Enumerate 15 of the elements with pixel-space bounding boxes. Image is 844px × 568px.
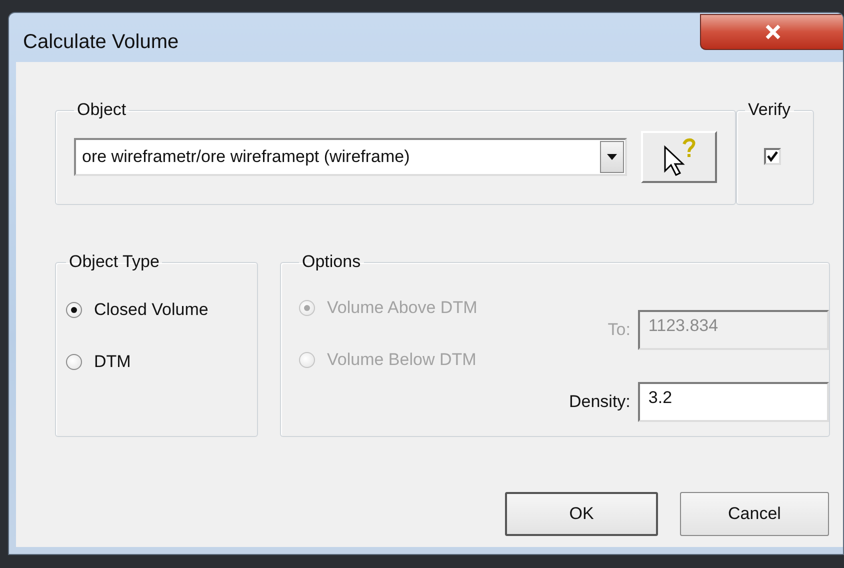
field-label: Density:	[569, 392, 630, 412]
radio-label: Volume Above DTM	[327, 298, 478, 318]
dropdown-value: ore wireframetr/ore wireframept (wireframe)	[82, 147, 411, 167]
window-title: Calculate Volume	[23, 31, 179, 54]
radio-label: Closed Volume	[94, 300, 208, 320]
group-label: Verify	[747, 100, 792, 120]
field-label: To:	[608, 320, 630, 340]
group-label: Object	[76, 100, 128, 120]
group-label: Object Type	[68, 252, 160, 272]
object-dropdown[interactable]: ore wireframetr/ore wireframept (wireframe)	[74, 138, 628, 176]
radio-label: Volume Below DTM	[327, 350, 476, 370]
ok-button[interactable]: OK	[505, 492, 658, 536]
radio-label: DTM	[94, 352, 131, 372]
group-label: Options	[301, 252, 362, 272]
cancel-button[interactable]: Cancel	[680, 492, 829, 536]
